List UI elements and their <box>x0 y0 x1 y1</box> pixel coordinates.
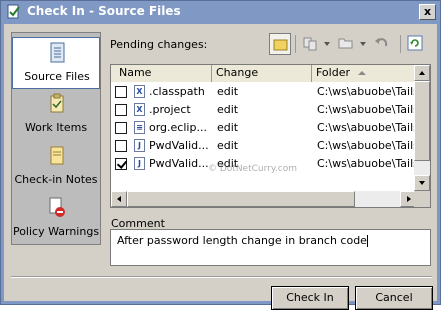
cell-folder: C:\ws\abuobe\Tailspin <box>317 157 416 170</box>
scrollbar-corner <box>414 191 430 207</box>
file-icon: J <box>134 157 145 170</box>
nav-item-label: Policy Warnings <box>12 225 100 238</box>
nav-item-label: Check-in Notes <box>14 173 98 186</box>
check-in-button[interactable]: Check In <box>271 286 349 310</box>
cell-name: org.eclip... <box>149 121 207 134</box>
sort-ascending-icon <box>358 71 366 75</box>
shelve-button[interactable] <box>269 33 291 55</box>
file-icon: X <box>134 85 145 98</box>
undo-icon <box>375 38 388 47</box>
work-items-icon <box>50 93 64 113</box>
scroll-down-button[interactable] <box>414 175 430 191</box>
channel-nav: Source Files Work Items Check-in Notes P… <box>11 32 101 245</box>
file-icon: J <box>134 139 145 152</box>
table-row[interactable]: ≡ org.eclip... edit C:\ws\abuobe\Tailspin <box>111 119 416 136</box>
comment-field[interactable]: After password length change in branch c… <box>110 229 431 266</box>
cell-folder: C:\ws\abuobe\Tailspin <box>317 121 416 134</box>
table-row[interactable]: X .classpath edit C:\ws\abuobe\Tailspin <box>111 83 416 100</box>
row-checkbox[interactable] <box>115 140 127 152</box>
cell-change: edit <box>217 139 239 152</box>
cell-name: .project <box>149 103 191 116</box>
column-header-change[interactable]: Change <box>212 65 312 82</box>
compare-button[interactable] <box>300 33 322 55</box>
text-cursor <box>366 235 368 247</box>
cell-name: PwdValid... <box>149 139 209 152</box>
source-files-icon <box>50 42 65 63</box>
row-checkbox[interactable] <box>115 86 127 98</box>
check-in-icon <box>7 4 20 19</box>
cell-folder: C:\ws\abuobe\Tailspin <box>317 139 416 152</box>
watermark: © DotNetCurry.com <box>208 164 297 174</box>
cell-folder: C:\ws\abuobe\Tailspin <box>317 103 416 116</box>
dialog-title: Check In - Source Files <box>27 4 181 18</box>
nav-item-checkin-notes[interactable]: Check-in Notes <box>12 141 100 193</box>
close-button[interactable]: x <box>419 4 436 20</box>
nav-item-work-items[interactable]: Work Items <box>12 89 100 141</box>
comment-text: After password length change in branch c… <box>117 234 367 247</box>
checkin-notes-icon <box>50 146 64 165</box>
horizontal-scrollbar[interactable] <box>111 191 416 207</box>
pending-changes-label: Pending changes: <box>110 38 208 51</box>
nav-item-policy-warnings[interactable]: Policy Warnings <box>12 193 100 245</box>
cell-name: PwdValid... <box>149 157 209 170</box>
cell-change: edit <box>217 85 239 98</box>
folder-icon <box>273 39 288 51</box>
cell-folder: C:\ws\abuobe\Tailspin <box>317 85 416 98</box>
scroll-thumb[interactable] <box>414 81 430 161</box>
refresh-icon <box>407 35 423 51</box>
divider <box>11 276 432 278</box>
cell-change: edit <box>217 121 239 134</box>
chevron-down-icon[interactable] <box>360 42 366 46</box>
file-icon: X <box>134 103 145 116</box>
toolbar-separator <box>295 35 296 53</box>
row-checkbox[interactable] <box>115 122 127 134</box>
policy-warnings-icon <box>49 197 65 217</box>
open-folder-icon <box>338 38 353 49</box>
chevron-down-icon[interactable] <box>324 42 330 46</box>
check-in-dialog: Check In - Source Files x Source Files W… <box>0 0 441 310</box>
title-bar[interactable]: Check In - Source Files x <box>1 1 440 23</box>
column-header-name[interactable]: Name <box>111 65 212 82</box>
scroll-left-button[interactable] <box>111 191 127 207</box>
compare-icon <box>303 37 317 51</box>
dialog-body: Source Files Work Items Check-in Notes P… <box>4 24 437 310</box>
scroll-thumb[interactable] <box>127 191 355 207</box>
grid-header: Name Change Folder <box>111 65 430 82</box>
scroll-up-button[interactable] <box>414 65 430 81</box>
column-header-label: Folder <box>316 66 350 79</box>
toolbar-separator <box>400 35 401 53</box>
nav-item-label: Work Items <box>24 121 88 134</box>
table-row[interactable]: J PwdValid... edit C:\ws\abuobe\Tailspin <box>111 137 416 154</box>
row-checkbox[interactable] <box>115 104 127 116</box>
cell-change: edit <box>217 103 239 116</box>
table-row[interactable]: X .project edit C:\ws\abuobe\Tailspin <box>111 101 416 118</box>
row-checkbox[interactable] <box>115 158 127 170</box>
vertical-scrollbar[interactable] <box>414 65 430 191</box>
file-icon: ≡ <box>134 121 145 134</box>
nav-item-label: Source Files <box>24 70 90 83</box>
pending-changes-grid: Name Change Folder X .classpath edit C:\ws\… <box>110 64 431 208</box>
nav-item-source-files[interactable]: Source Files <box>12 37 100 89</box>
open-folder-button[interactable] <box>336 33 358 55</box>
undo-button[interactable] <box>372 33 394 55</box>
refresh-button[interactable] <box>405 33 427 55</box>
cell-name: .classpath <box>149 85 205 98</box>
cancel-button[interactable]: Cancel <box>355 286 433 310</box>
